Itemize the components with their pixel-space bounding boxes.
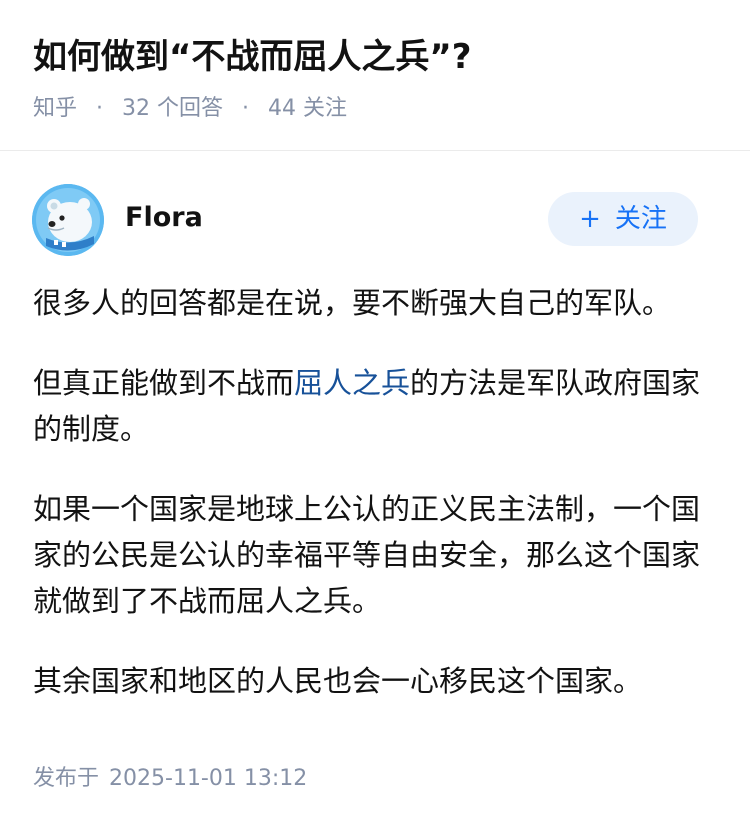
- answer-paragraph: 如果一个国家是地球上公认的正义民主法制，一个国家的公民是公认的幸福平等自由安全，…: [33, 492, 701, 618]
- publish-time: 发布于 2025-11-01 13:12: [33, 762, 307, 796]
- followers-count[interactable]: 44 关注: [268, 96, 347, 121]
- meta-separator: ·: [242, 96, 250, 121]
- answers-count[interactable]: 32 个回答: [122, 96, 223, 121]
- answer-paragraph: 很多人的回答都是在说，要不断强大自己的军队。: [33, 286, 672, 320]
- publish-timestamp: 2025-11-01 13:12: [109, 766, 308, 791]
- answer-text: 但真正能做到不战而: [33, 366, 295, 400]
- polar-bear-avatar-icon[interactable]: [32, 184, 104, 256]
- follow-button[interactable]: + 关注: [548, 192, 698, 246]
- publish-label: 发布于: [33, 766, 100, 791]
- meta-separator: ·: [96, 96, 104, 121]
- answer-paragraph: 但真正能做到不战而屈人之兵的方法是军队政府国家的制度。: [33, 360, 713, 452]
- answer-paragraph: 其余国家和地区的人民也会一心移民这个国家。: [33, 664, 643, 698]
- author-row: Flora + 关注: [0, 182, 750, 258]
- source-label[interactable]: 知乎: [33, 96, 77, 121]
- plus-icon: +: [579, 204, 601, 234]
- answer-content: 很多人的回答都是在说，要不断强大自己的军队。 但真正能做到不战而屈人之兵的方法是…: [33, 280, 713, 738]
- avatar-image: [32, 184, 104, 256]
- question-header: 如何做到“不战而屈人之兵”? 知乎 · 32 个回答 · 44 关注: [0, 0, 750, 151]
- question-title[interactable]: 如何做到“不战而屈人之兵”?: [33, 30, 471, 84]
- follow-label: 关注: [614, 204, 667, 234]
- question-meta: 知乎 · 32 个回答 · 44 关注: [33, 92, 347, 126]
- keyword-link[interactable]: 屈人之兵: [294, 366, 410, 400]
- author-name[interactable]: Flora: [125, 198, 203, 238]
